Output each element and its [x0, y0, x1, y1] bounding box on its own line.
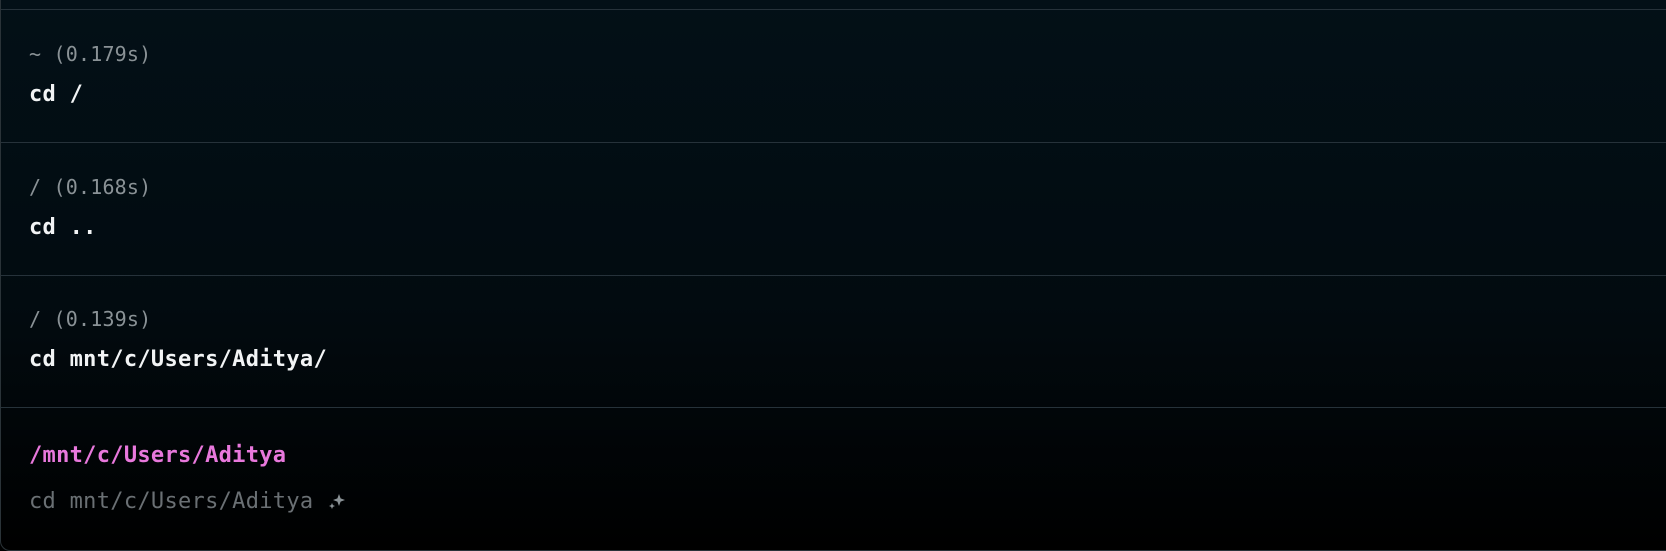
command-block[interactable]: ~ (0.179s) cd / — [1, 10, 1666, 143]
block-meta: / (0.168s) — [29, 175, 152, 199]
sparkle-icon[interactable] — [327, 492, 347, 512]
autosuggestion-text: cd mnt/c/Users/Aditya — [29, 489, 314, 514]
command-block[interactable]: / (0.139s) cd mnt/c/Users/Aditya/ — [1, 275, 1666, 408]
block-command: cd / — [29, 82, 84, 107]
current-directory: /mnt/c/Users/Aditya — [29, 443, 287, 468]
command-block[interactable]: / (0.168s) cd .. — [1, 143, 1666, 276]
input-prompt[interactable]: /mnt/c/Users/Aditya cd mnt/c/Users/Adity… — [1, 407, 1666, 550]
terminal-window: ~ (0.179s) cd / / (0.168s) cd .. / (0.13… — [0, 0, 1666, 551]
block-command: cd .. — [29, 215, 97, 240]
block-meta: / (0.139s) — [29, 307, 152, 331]
command-input[interactable]: cd mnt/c/Users/Aditya — [29, 489, 347, 514]
block-command: cd mnt/c/Users/Aditya/ — [29, 347, 327, 372]
block-meta: ~ (0.179s) — [29, 42, 152, 66]
